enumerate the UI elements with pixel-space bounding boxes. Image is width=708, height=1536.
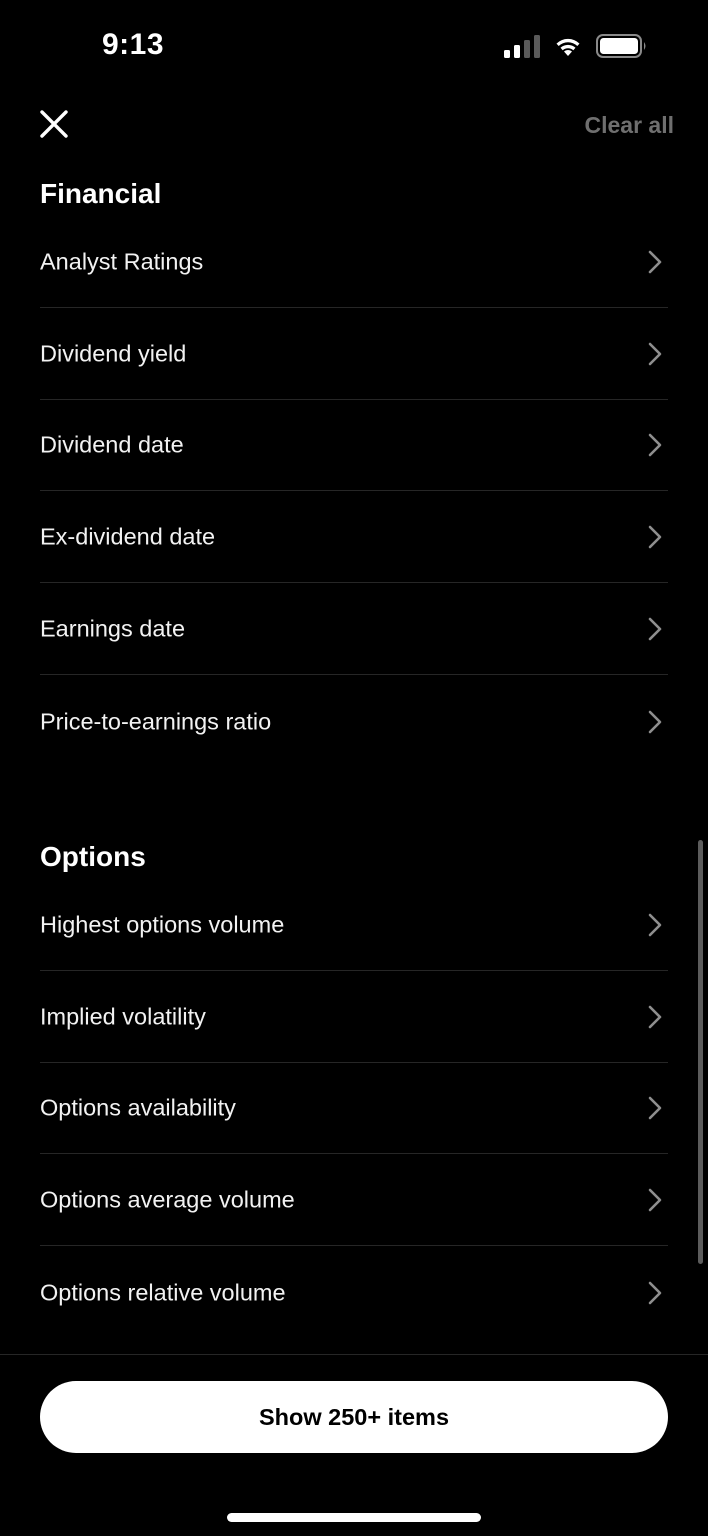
filter-row-analyst-ratings[interactable]: Analyst Ratings bbox=[40, 217, 668, 308]
cellular-signal-icon bbox=[504, 34, 540, 58]
chevron-right-icon bbox=[648, 617, 662, 641]
status-time: 9:13 bbox=[102, 28, 165, 61]
filter-row-price-to-earnings-ratio[interactable]: Price-to-earnings ratio bbox=[40, 676, 668, 767]
chevron-right-icon bbox=[648, 1281, 662, 1304]
clear-all-button[interactable]: Clear all bbox=[585, 112, 675, 139]
filter-row-dividend-date[interactable]: Dividend date bbox=[40, 400, 668, 491]
filter-row-label: Options average volume bbox=[40, 1186, 295, 1213]
chevron-right-icon bbox=[648, 433, 662, 457]
section-title-financial: Financial bbox=[40, 178, 162, 209]
status-icons bbox=[504, 34, 648, 58]
filter-row-label: Ex-dividend date bbox=[40, 523, 216, 550]
filter-row-ex-dividend-date[interactable]: Ex-dividend date bbox=[40, 492, 668, 583]
filter-row-implied-volatility[interactable]: Implied volatility bbox=[40, 972, 668, 1063]
filter-row-dividend-yield[interactable]: Dividend yield bbox=[40, 309, 668, 400]
filter-row-highest-options-volume[interactable]: Highest options volume bbox=[40, 880, 668, 971]
home-indicator bbox=[227, 1513, 481, 1522]
filter-row-label: Analyst Ratings bbox=[40, 248, 204, 275]
close-button[interactable] bbox=[36, 106, 72, 142]
chevron-right-icon bbox=[648, 1005, 662, 1029]
chevron-right-icon bbox=[648, 913, 662, 937]
filter-row-earnings-date[interactable]: Earnings date bbox=[40, 584, 668, 675]
filter-row-label: Price-to-earnings ratio bbox=[40, 708, 272, 734]
chevron-right-icon bbox=[648, 1188, 662, 1212]
filter-row-label: Highest options volume bbox=[40, 911, 285, 938]
chevron-right-icon bbox=[648, 710, 662, 733]
chevron-right-icon bbox=[648, 1096, 662, 1120]
filter-row-options-relative-volume[interactable]: Options relative volume bbox=[40, 1247, 668, 1338]
section-title-options: Options bbox=[40, 841, 146, 872]
filter-row-options-availability[interactable]: Options availability bbox=[40, 1063, 668, 1154]
chevron-right-icon bbox=[648, 250, 662, 274]
chevron-right-icon bbox=[648, 342, 662, 366]
scroll-indicator[interactable] bbox=[698, 840, 703, 1264]
chevron-right-icon bbox=[648, 525, 662, 549]
filter-row-label: Implied volatility bbox=[40, 1003, 206, 1030]
filter-row-label: Options relative volume bbox=[40, 1279, 286, 1305]
filter-row-label: Dividend date bbox=[40, 431, 184, 458]
filter-row-label: Dividend yield bbox=[40, 340, 187, 367]
status-bar: 9:13 bbox=[0, 0, 708, 96]
wifi-icon bbox=[556, 38, 580, 56]
filter-row-options-average-volume[interactable]: Options average volume bbox=[40, 1155, 668, 1246]
filter-row-label: Earnings date bbox=[40, 615, 186, 642]
close-icon bbox=[40, 110, 68, 138]
filter-row-label: Options availability bbox=[40, 1094, 236, 1121]
battery-icon bbox=[596, 34, 646, 58]
show-items-button[interactable]: Show 250+ items bbox=[40, 1381, 668, 1453]
footer-divider bbox=[0, 1354, 708, 1355]
